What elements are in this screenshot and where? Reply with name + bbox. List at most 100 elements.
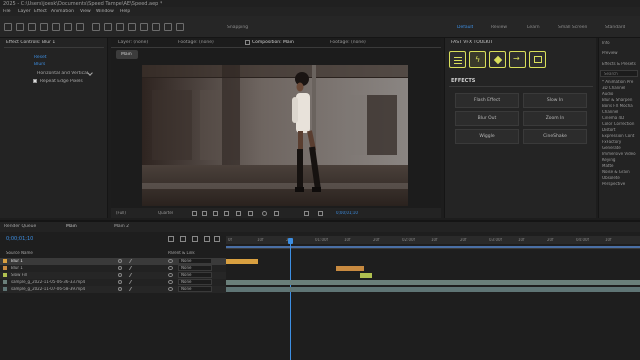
layer-duration-bar[interactable] [226, 259, 258, 264]
effect-category[interactable]: * Animation Pre [602, 80, 640, 85]
effect-category[interactable]: Obsolete [602, 176, 640, 181]
zoom-in-button[interactable]: Zoom In [523, 111, 587, 126]
workspace-default[interactable]: Default [457, 25, 473, 30]
effect-category[interactable]: Channel [602, 110, 640, 115]
wiggle-button[interactable]: Wiggle [455, 129, 519, 144]
effect-category[interactable]: Keying [602, 158, 640, 163]
layer-name[interactable]: sample_g_2022-11-07-06-58-39.mp4 [11, 287, 106, 292]
parent-pickwhip-icon[interactable] [168, 259, 173, 263]
layer-row[interactable]: Blur 1 None [0, 265, 226, 272]
zoom-tool-icon[interactable] [40, 23, 48, 31]
camera-tool-icon[interactable] [64, 23, 72, 31]
snapshot-icon[interactable] [304, 211, 309, 216]
clone-tool-icon[interactable] [140, 23, 148, 31]
comp-badge[interactable]: Main [116, 50, 138, 59]
effect-category[interactable]: Generate [602, 146, 640, 151]
flash-effect-button[interactable]: Flash Effect [455, 93, 519, 108]
parent-pickwhip-icon[interactable] [168, 280, 173, 284]
effect-category[interactable]: Perspective [602, 182, 640, 187]
layer-duration-bar[interactable] [336, 266, 364, 271]
workspace-standard[interactable]: Standard [605, 25, 625, 30]
zoom-select[interactable]: (Full) [116, 211, 126, 216]
cineshake-button[interactable]: CineShake [523, 129, 587, 144]
tab-layer[interactable]: Layer: (none) [118, 40, 148, 47]
effect-category[interactable]: Noise & Grain [602, 170, 640, 175]
pen-tool-icon[interactable] [104, 23, 112, 31]
tab-footage[interactable]: Footage: (none) [178, 40, 214, 47]
menu-lines-icon[interactable] [449, 51, 466, 68]
effect-category[interactable]: Color Correction [602, 122, 640, 127]
reset-link[interactable]: Reset [34, 55, 47, 60]
effect-category[interactable]: Expression Cont [602, 134, 640, 139]
layer-duration-bar[interactable] [226, 287, 640, 292]
grid-icon[interactable] [224, 211, 229, 216]
pan-behind-tool-icon[interactable] [76, 23, 84, 31]
quality-switch-icon[interactable] [128, 273, 136, 277]
repeat-edge-checkbox[interactable] [33, 79, 37, 83]
layer-name[interactable]: sample_g_2022-11-05-06-36-33.mp4 [11, 280, 106, 285]
layer-name[interactable]: Blur 1 [11, 266, 106, 271]
parent-select[interactable]: None [178, 279, 212, 285]
layer-row[interactable]: Slow Fill None [0, 272, 226, 279]
workspace-small-screen[interactable]: Small Screen [558, 25, 587, 30]
visibility-eye-icon[interactable] [118, 280, 122, 284]
parent-select[interactable]: None [178, 272, 212, 278]
menu-file[interactable]: File [3, 9, 11, 14]
layer-name[interactable]: Slow Fill [11, 273, 106, 278]
lightning-icon[interactable]: ϟ [469, 51, 486, 68]
box-arrow-icon[interactable] [529, 51, 546, 68]
frame-blend-icon[interactable] [180, 236, 186, 242]
shy-icon[interactable] [168, 236, 174, 242]
tab-effects-presets[interactable]: Effects & Presets [602, 62, 640, 67]
graph-editor-icon[interactable] [204, 236, 210, 242]
layer-row[interactable]: sample_g_2022-11-07-06-58-39.mp4 None [0, 286, 226, 293]
mask-visibility-icon[interactable] [213, 211, 218, 216]
home-tool-icon[interactable] [4, 23, 12, 31]
exposure-icon[interactable] [262, 211, 267, 216]
rotate-tool-icon[interactable] [52, 23, 60, 31]
tab-preview[interactable]: Preview [602, 51, 640, 56]
effect-category[interactable]: Audio [602, 92, 640, 97]
diamond-icon[interactable] [489, 51, 506, 68]
rectangle-tool-icon[interactable] [92, 23, 100, 31]
tab-render-queue[interactable]: Render Queue [4, 224, 36, 229]
layer-duration-bar[interactable] [226, 280, 640, 285]
effect-category[interactable]: Cinema 4D [602, 116, 640, 121]
effect-category[interactable]: FxFactory [602, 140, 640, 145]
3d-view-icon[interactable] [274, 211, 279, 216]
menu-window[interactable]: Window [96, 9, 114, 14]
parent-select[interactable]: None [178, 265, 212, 271]
parent-pickwhip-icon[interactable] [168, 287, 173, 291]
menu-layer[interactable]: Layer [18, 9, 31, 14]
quality-switch-icon[interactable] [128, 287, 136, 291]
layer-duration-bar[interactable] [360, 273, 372, 278]
slow-in-button[interactable]: Slow In [523, 93, 587, 108]
puppet-tool-icon[interactable] [176, 23, 184, 31]
layer-name[interactable]: Blur 1 [11, 259, 106, 264]
blur-dimensions-select[interactable]: Horizontal and Vertical [37, 71, 88, 76]
quality-switch-icon[interactable] [128, 259, 136, 263]
menu-effect[interactable]: Effect [34, 9, 47, 14]
tab-main[interactable]: Main [66, 224, 77, 229]
layer-color-label[interactable] [3, 280, 7, 284]
parent-pickwhip-icon[interactable] [168, 273, 173, 277]
visibility-eye-icon[interactable] [118, 259, 122, 263]
channel-icon[interactable] [248, 211, 253, 216]
quality-switch-icon[interactable] [128, 266, 136, 270]
tab-effect-controls[interactable]: Effect Controls: Blur 1 [6, 40, 55, 47]
parent-select[interactable]: None [178, 258, 212, 264]
brush-tool-icon[interactable] [128, 23, 136, 31]
visibility-eye-icon[interactable] [118, 273, 122, 277]
type-tool-icon[interactable] [116, 23, 124, 31]
timeline-timecode[interactable]: 0;00;01;10 [6, 236, 33, 242]
menu-view[interactable]: View [80, 9, 91, 14]
show-snapshot-icon[interactable] [318, 211, 323, 216]
tab-info[interactable]: Info [602, 41, 640, 46]
quality-switch-icon[interactable] [128, 280, 136, 284]
chart-icon[interactable] [214, 236, 220, 242]
tab-footage-2[interactable]: Footage: (none) [330, 40, 366, 47]
visibility-eye-icon[interactable] [118, 287, 122, 291]
eraser-tool-icon[interactable] [152, 23, 160, 31]
guides-icon[interactable] [236, 211, 241, 216]
selection-tool-icon[interactable] [16, 23, 24, 31]
